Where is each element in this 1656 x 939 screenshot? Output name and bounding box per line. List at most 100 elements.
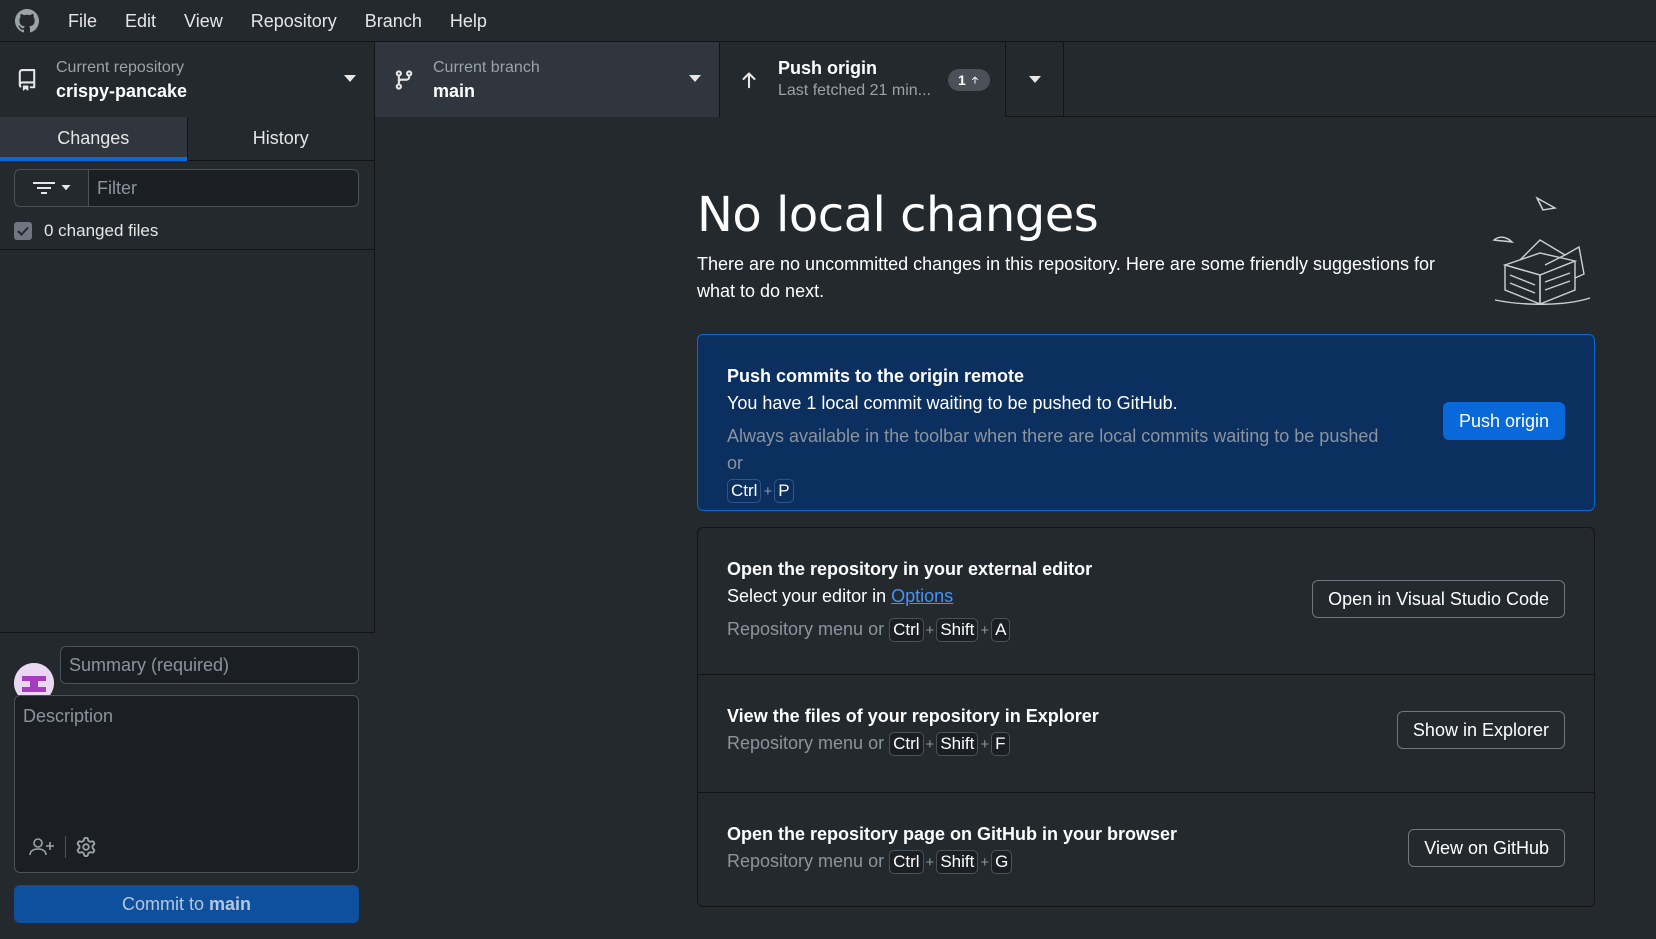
shortcut-key-shift: Shift [936, 850, 979, 874]
shortcut-key-shift: Shift [936, 618, 979, 642]
menu-view[interactable]: View [170, 0, 237, 42]
editor-row-description: Select your editor in Options [727, 583, 1092, 610]
last-fetched-text: Last fetched 21 min... [778, 81, 931, 99]
shortcut-key-p: P [774, 479, 794, 503]
menu-bar: File Edit View Repository Branch Help [0, 0, 1656, 42]
push-card-description: You have 1 local commit waiting to be pu… [727, 393, 1178, 413]
empty-state-illustration [1492, 196, 1591, 305]
page-title: No local changes [697, 187, 1099, 243]
check-icon [17, 226, 29, 236]
chevron-down-icon [61, 185, 70, 191]
commit-description-box [14, 695, 359, 873]
commit-button-prefix: Commit to [121, 893, 204, 914]
shortcut-key-a: A [991, 618, 1011, 642]
page-subtitle: There are no uncommitted changes in this… [697, 254, 1436, 301]
suggestions-card: Open the repository in your external edi… [697, 527, 1595, 907]
menu-branch[interactable]: Branch [351, 0, 436, 42]
editor-row-hint-text: Repository menu or [727, 619, 885, 639]
shortcut-key-f: F [991, 732, 1010, 756]
github-row-body: Open the repository page on GitHub in yo… [727, 821, 1177, 876]
shortcut-key-g: G [991, 850, 1013, 874]
chevron-down-icon [1028, 75, 1041, 83]
github-row-hint-text: Repository menu or [727, 851, 885, 871]
editor-row-description-text: Select your editor in [727, 586, 887, 606]
explorer-row-hint-text: Repository menu or [727, 733, 885, 753]
main-content: No local changes There are no uncommitte… [375, 117, 1656, 939]
push-card-title: Push commits to the origin remote [727, 366, 1025, 386]
explorer-row-body: View the files of your repository in Exp… [727, 703, 1099, 758]
open-in-editor-button[interactable]: Open in Visual Studio Code [1312, 580, 1565, 618]
menu-file[interactable]: File [54, 0, 111, 42]
push-card-body: Push commits to the origin remote You ha… [727, 363, 1387, 505]
plus-sign: + [763, 483, 773, 500]
push-options-dropdown[interactable] [1006, 42, 1064, 117]
changed-files-row: 0 changed files [14, 217, 359, 245]
plus-sign: + [980, 622, 990, 639]
git-branch-icon [395, 69, 413, 90]
divider [0, 249, 375, 250]
commit-description-input[interactable] [15, 696, 358, 816]
repo-icon [18, 68, 36, 91]
push-origin-button[interactable]: Push origin Last fetched 21 min... 1 [720, 42, 1006, 117]
github-row-hint: Repository menu or Ctrl + Shift + G [727, 848, 1177, 876]
editor-suggestion-row: Open the repository in your external edi… [698, 528, 1594, 675]
add-coauthor-icon[interactable] [29, 837, 55, 857]
filter-options-button[interactable] [14, 169, 88, 207]
shortcut-key-ctrl: Ctrl [727, 479, 762, 503]
filter-icon [32, 182, 55, 194]
select-all-checkbox[interactable] [14, 222, 32, 240]
chevron-down-icon [344, 75, 356, 82]
commit-summary-input[interactable] [60, 646, 359, 684]
changed-files-count: 0 changed files [44, 221, 159, 240]
push-origin-label: Push origin [778, 57, 877, 78]
github-logo-icon [0, 0, 54, 42]
push-origin-card-button[interactable]: Push origin [1442, 402, 1565, 440]
explorer-row-title: View the files of your repository in Exp… [727, 706, 1099, 726]
arrow-up-icon [971, 76, 978, 84]
commit-panel: Commit to main [0, 632, 375, 939]
filter-row [14, 169, 359, 207]
shortcut-key-ctrl: Ctrl [889, 618, 924, 642]
github-suggestion-row: Open the repository page on GitHub in yo… [698, 793, 1594, 906]
push-suggestion-card: Push commits to the origin remote You ha… [697, 334, 1595, 511]
menu-repository[interactable]: Repository [237, 0, 351, 42]
toolbar-separator [65, 836, 66, 858]
ahead-count-badge: 1 [948, 69, 990, 91]
ahead-count: 1 [958, 72, 966, 88]
commit-button[interactable]: Commit to main [14, 885, 359, 923]
arrow-up-icon [742, 71, 756, 88]
view-on-github-button[interactable]: View on GitHub [1408, 829, 1565, 867]
shortcut-key-ctrl: Ctrl [889, 732, 924, 756]
repository-name: crispy-pancake [56, 80, 188, 101]
repository-label: Current repository [56, 58, 185, 76]
editor-row-hint: Repository menu or Ctrl + Shift + A [727, 616, 1092, 644]
push-card-hint-text: Always available in the toolbar when the… [727, 426, 1379, 473]
sidebar-tabs: Changes History [0, 117, 374, 161]
plus-sign: + [925, 854, 935, 871]
options-link[interactable]: Options [891, 586, 953, 606]
plus-sign: + [980, 854, 990, 871]
plus-sign: + [925, 736, 935, 753]
tab-history[interactable]: History [188, 117, 375, 160]
plus-sign: + [980, 736, 990, 753]
github-row-title: Open the repository page on GitHub in yo… [727, 824, 1178, 844]
commit-button-branch: main [209, 893, 252, 914]
gear-icon[interactable] [76, 837, 96, 857]
branch-label: Current branch [433, 58, 540, 76]
menu-help[interactable]: Help [436, 0, 501, 42]
plus-sign: + [925, 622, 935, 639]
description-toolbar [29, 836, 96, 858]
push-card-hint: Always available in the toolbar when the… [727, 423, 1387, 505]
current-repository-button[interactable]: Current repository crispy-pancake [0, 42, 375, 117]
sidebar: Changes History 0 changed files [0, 117, 375, 939]
branch-name: main [433, 80, 476, 101]
filter-input[interactable] [88, 169, 359, 207]
chevron-down-icon [689, 75, 701, 82]
tab-changes[interactable]: Changes [0, 117, 188, 161]
explorer-suggestion-row: View the files of your repository in Exp… [698, 675, 1594, 793]
toolbar: Current repository crispy-pancake Curren… [0, 42, 1656, 117]
editor-row-body: Open the repository in your external edi… [727, 556, 1092, 644]
menu-edit[interactable]: Edit [111, 0, 170, 42]
current-branch-button[interactable]: Current branch main [375, 42, 720, 117]
show-in-explorer-button[interactable]: Show in Explorer [1396, 711, 1565, 749]
